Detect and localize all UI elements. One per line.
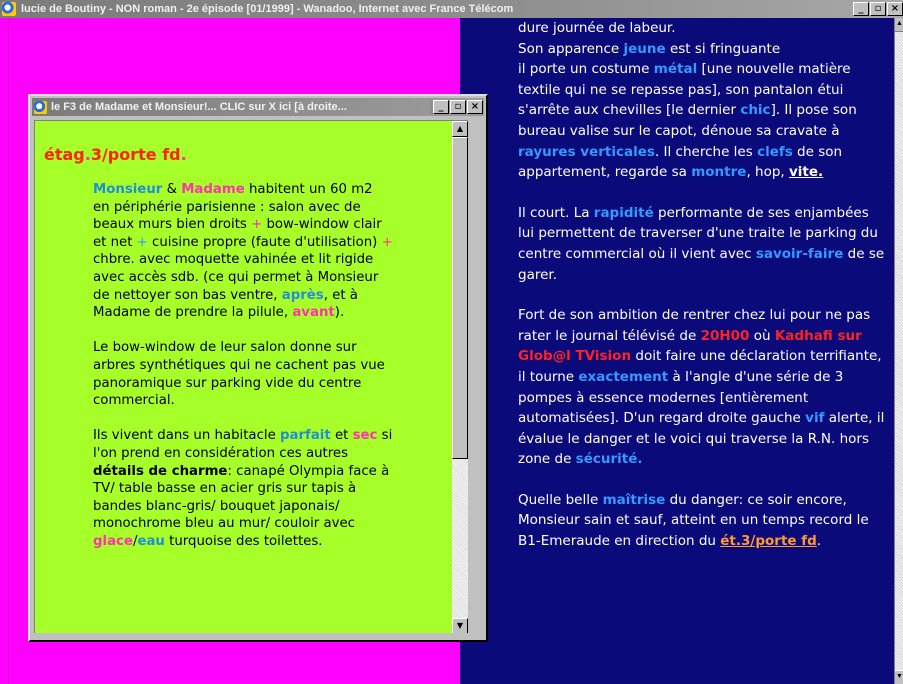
story-paragraph-2: Il court. La rapidité performante de ses… (518, 203, 888, 285)
story-paragraph-1: dure journée de labeur. Son apparence jeu… (518, 18, 888, 183)
text-segment: Il court. La (518, 204, 594, 221)
popup-scrollbar[interactable]: ▲ ▼ (452, 121, 468, 633)
popup-paragraph-1: Monsieur & Madame habitent un 60 m2 en p… (93, 181, 393, 322)
highlighted-word: + (136, 234, 148, 250)
highlighted-word: maîtrise (602, 491, 666, 508)
highlighted-word: jeune (623, 40, 666, 57)
popup-text: Monsieur & Madame habitent un 60 m2 en p… (93, 181, 393, 568)
text-segment: , hop, (746, 164, 789, 181)
highlighted-word: + (251, 217, 263, 233)
text-segment: Ils vivent dans un habitacle (93, 428, 280, 444)
highlighted-word: parfait (280, 428, 331, 444)
text-segment: et (330, 428, 353, 444)
popup-scroll-up-icon[interactable]: ▲ (452, 121, 468, 137)
bold-text: détails de charme (93, 463, 228, 479)
text-segment: Le bow-window de leur salon donne sur ar… (93, 340, 385, 409)
popup-content: étag.3/porte fd. Monsieur & Madame habit… (34, 120, 468, 633)
popup-paragraph-2: Le bow-window de leur salon donne sur ar… (93, 339, 393, 409)
left-frame-edge (0, 18, 9, 684)
popup-window-controls: _ ▫ × (430, 100, 483, 114)
popup-title: le F3 de Madame et Monsieur!... CLIC sur… (51, 101, 347, 113)
scroll-down-arrow-icon[interactable]: ▼ (895, 670, 903, 684)
highlighted-word: rayures verticales (518, 143, 655, 160)
text-segment: & (162, 182, 182, 197)
highlighted-word: chic (740, 102, 771, 119)
highlighted-word: métal (653, 61, 698, 78)
heading-part-1: étag (44, 145, 85, 164)
text-segment: est si fringuante (665, 40, 781, 57)
popup-scroll-down-icon[interactable]: ▼ (452, 618, 468, 633)
text-segment: . (816, 533, 822, 550)
popup-minimize-button[interactable]: _ (433, 100, 449, 114)
highlighted-word: exactement (578, 368, 669, 385)
browser-icon (2, 2, 16, 16)
link[interactable]: ét.3/porte fd (720, 533, 817, 549)
text-segment: ). (334, 305, 345, 321)
close-button[interactable]: × (887, 2, 903, 16)
text-segment: turquoise des toilettes. (164, 533, 323, 549)
popup-window: le F3 de Madame et Monsieur!... CLIC sur… (28, 94, 488, 642)
popup-paragraph-3: Ils vivent dans un habitacle parfait et … (93, 427, 393, 550)
main-window-title-bar[interactable]: lucie de Boutiny - NON roman - 2e épisod… (0, 0, 903, 18)
text-segment: doit faire une déclaration terrifiante, (631, 348, 882, 365)
highlighted-word: vif (805, 410, 825, 427)
highlighted-word: glace (93, 533, 133, 549)
highlighted-word: après (281, 287, 324, 303)
popup-scroll-thumb[interactable] (452, 137, 468, 459)
restore-button[interactable]: ▫ (870, 2, 886, 16)
popup-browser-icon (34, 100, 47, 114)
highlighted-word: clefs (757, 143, 793, 160)
heading-part-2: 3/porte fd (90, 145, 181, 164)
text-segment: où (749, 327, 775, 344)
story-frame: dure journée de labeur. Son apparence jeu… (460, 18, 894, 684)
highlighted-word: montre (691, 164, 747, 181)
story-paragraph-4: Quelle belle maîtrise du danger: ce soir… (518, 490, 888, 552)
scroll-up-arrow-icon[interactable]: ▲ (895, 18, 903, 32)
text-segment: il tourne (518, 368, 579, 385)
popup-maximize-button[interactable]: ▫ (450, 100, 466, 114)
popup-close-button[interactable]: × (467, 100, 483, 114)
highlighted-word: Monsieur (93, 182, 163, 197)
highlighted-word: avant (292, 305, 335, 321)
highlighted-word: sécurité. (575, 451, 643, 468)
story-paragraph-3: Fort de son ambition de rentrer chez lui… (518, 305, 888, 470)
highlighted-word: + (381, 234, 393, 250)
text-segment: dure journée de labeur. (518, 20, 676, 36)
main-window-title: lucie de Boutiny - NON roman - 2e épisod… (21, 3, 514, 15)
heading-dot-2: . (180, 145, 187, 164)
highlighted-word: eau (137, 533, 165, 549)
highlighted-word: sec (352, 428, 378, 444)
main-scrollbar[interactable]: ▲ ▼ (894, 18, 903, 684)
highlighted-word: 20H00 (700, 327, 750, 344)
text-segment: Quelle belle (518, 491, 603, 508)
highlighted-word: savoir-faire (755, 245, 844, 262)
text-segment: . Il cherche les (654, 143, 758, 160)
text-segment: cuisine propre (faute d'utilisation) (147, 234, 382, 250)
minimize-button[interactable]: _ (853, 2, 869, 16)
popup-heading: étag.3/porte fd. (44, 145, 187, 164)
main-window-controls: _ ▫ × (853, 2, 903, 16)
highlighted-word: Madame (181, 182, 245, 197)
link[interactable]: vite. (789, 164, 823, 180)
story-text: dure journée de labeur. Son apparence jeu… (518, 18, 888, 572)
highlighted-word: rapidité (593, 204, 654, 221)
text-segment: Son apparence (518, 40, 624, 57)
popup-title-bar[interactable]: le F3 de Madame et Monsieur!... CLIC sur… (32, 98, 484, 116)
text-segment: il porte un costume (518, 61, 654, 78)
